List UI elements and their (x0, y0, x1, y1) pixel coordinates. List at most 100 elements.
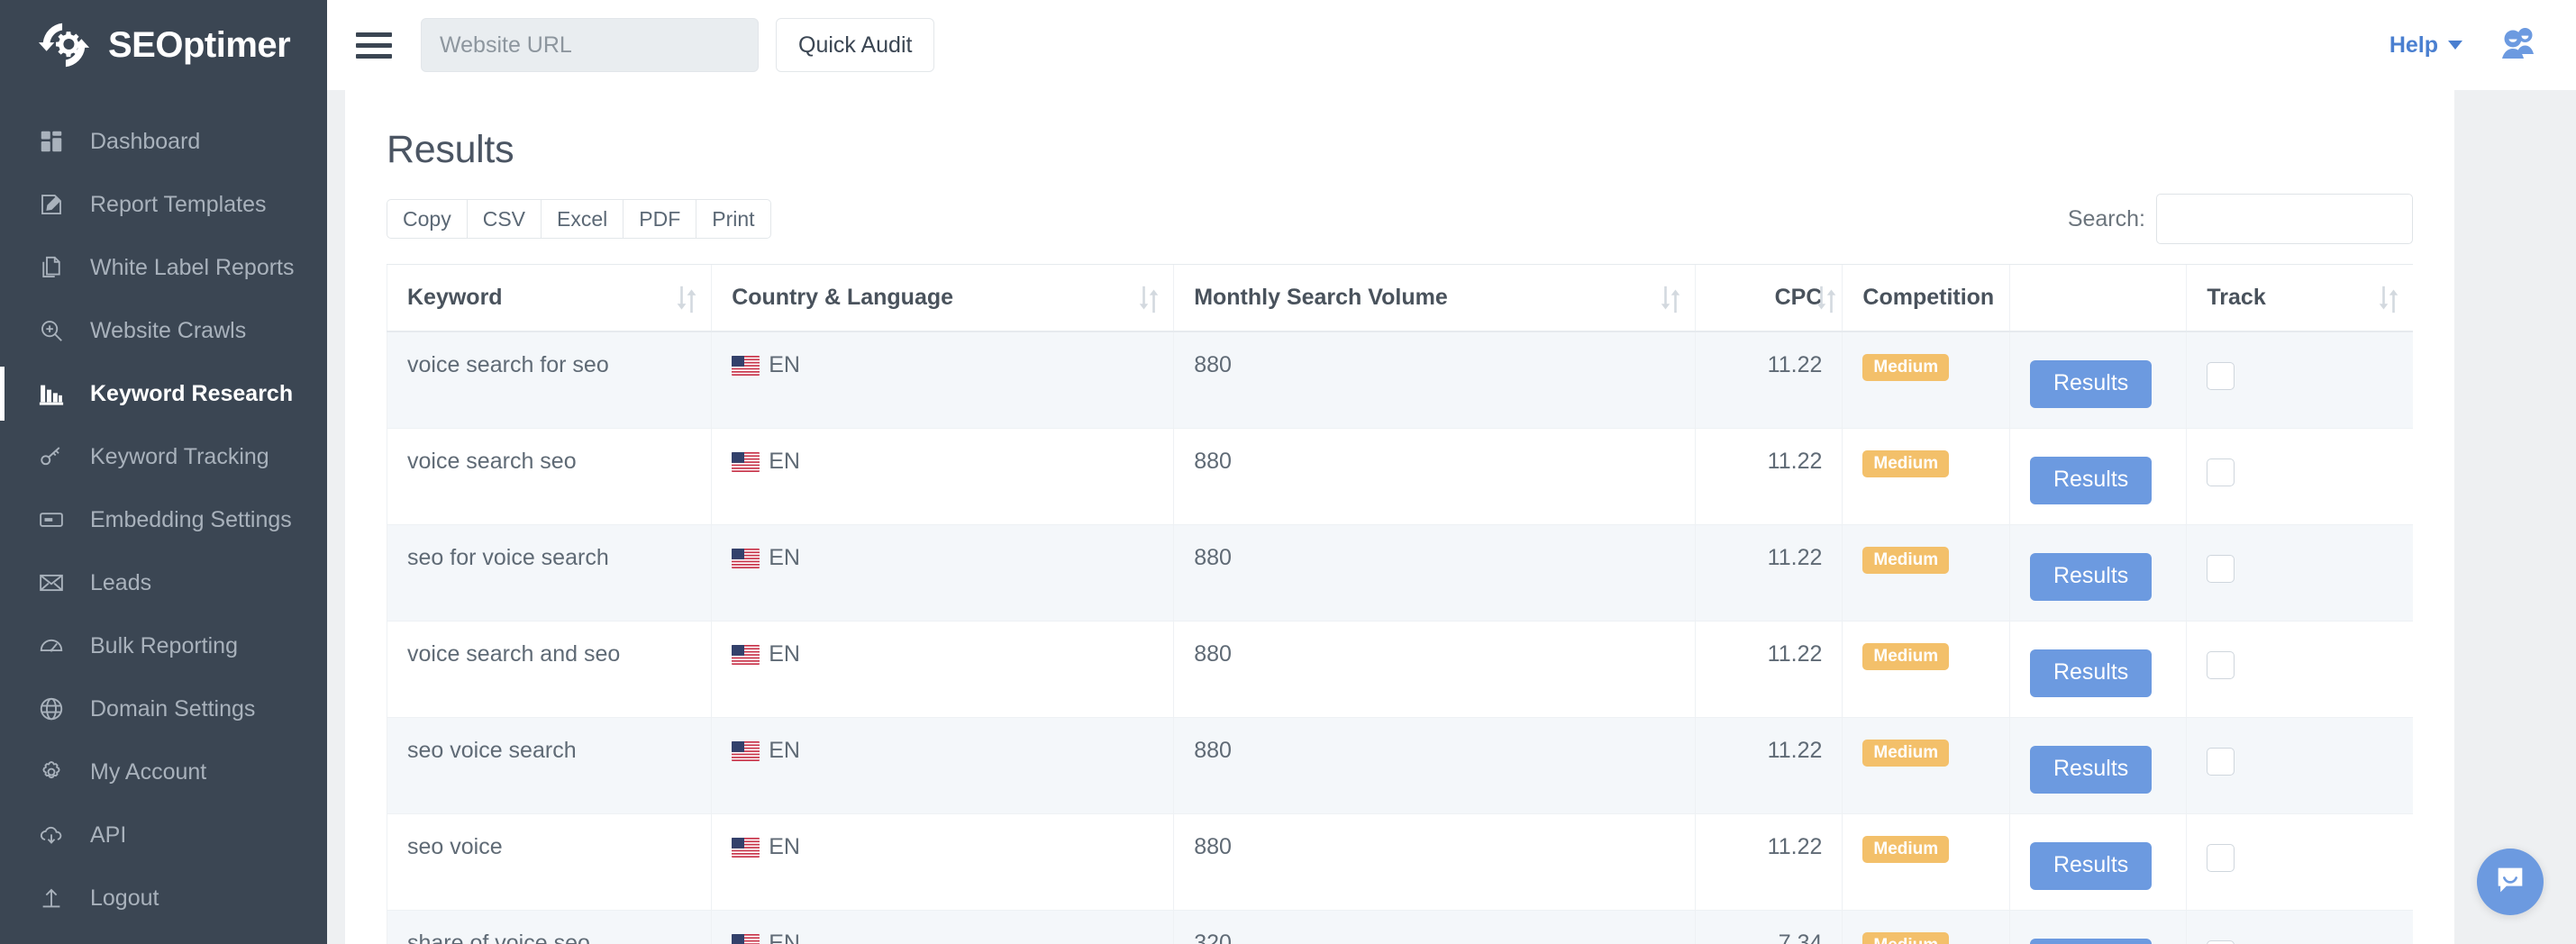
cell-country-language: EN (712, 525, 1174, 622)
bar-chart-icon (36, 378, 67, 409)
sidebar-item-report-templates[interactable]: Report Templates (0, 173, 327, 236)
chat-widget-button[interactable] (2477, 849, 2544, 915)
col-header-keyword[interactable]: Keyword (387, 265, 712, 332)
track-checkbox[interactable] (2207, 844, 2235, 872)
competition-badge: Medium (1862, 932, 1949, 944)
sidebar-item-logout[interactable]: Logout (0, 867, 327, 930)
cloud-download-icon (36, 820, 67, 850)
sidebar-item-dashboard[interactable]: Dashboard (0, 110, 327, 173)
cell-track (2187, 814, 2413, 911)
table-row: seo for voice searchEN88011.22MediumResu… (387, 525, 2414, 622)
dashboard-grid-icon (36, 126, 67, 157)
sidebar-item-keyword-tracking[interactable]: Keyword Tracking (0, 425, 327, 488)
gear-refresh-icon (36, 17, 92, 73)
sidebar-item-api[interactable]: API (0, 803, 327, 867)
cell-country-language: EN (712, 331, 1174, 429)
us-flag-icon (732, 838, 760, 858)
cell-cpc: 11.22 (1695, 525, 1843, 622)
quick-audit-button[interactable]: Quick Audit (776, 18, 934, 72)
cell-search-volume: 880 (1174, 814, 1695, 911)
sidebar-item-label: Keyword Research (90, 381, 293, 407)
topbar: Quick Audit Help (327, 0, 2576, 90)
sidebar-item-label: Bulk Reporting (90, 633, 238, 659)
col-header-country-language[interactable]: Country & Language (712, 265, 1174, 332)
sidebar-item-website-crawls[interactable]: Website Crawls (0, 299, 327, 362)
sidebar-item-label: Website Crawls (90, 318, 246, 344)
track-checkbox[interactable] (2207, 555, 2235, 583)
sidebar-item-embedding-settings[interactable]: Embedding Settings (0, 488, 327, 551)
cell-actions: Results (2009, 429, 2186, 525)
col-header-competition: Competition (1843, 265, 2010, 332)
language-code: EN (769, 352, 800, 378)
print-button[interactable]: Print (696, 199, 770, 239)
sidebar-item-label: Embedding Settings (90, 507, 292, 533)
track-checkbox[interactable] (2207, 651, 2235, 679)
embed-box-icon (36, 504, 67, 535)
cell-keyword: seo voice search (387, 718, 712, 814)
language-code: EN (769, 641, 800, 667)
track-checkbox[interactable] (2207, 458, 2235, 486)
cell-track (2187, 622, 2413, 718)
sidebar-item-leads[interactable]: Leads (0, 551, 327, 614)
row-results-button[interactable]: Results (2030, 939, 2152, 944)
cell-competition: Medium (1843, 814, 2010, 911)
competition-badge: Medium (1862, 547, 1949, 574)
col-header-track[interactable]: Track (2187, 265, 2413, 332)
language-code: EN (769, 738, 800, 764)
brand-logo-area[interactable]: SEOptimer (0, 0, 327, 90)
col-label: Track (2207, 285, 2265, 310)
sidebar-item-keyword-research[interactable]: Keyword Research (0, 362, 327, 425)
sort-icon (1139, 285, 1159, 312)
track-checkbox[interactable] (2207, 940, 2235, 944)
col-label: CPC (1775, 285, 1823, 310)
results-card: Results Copy CSV Excel PDF Print Search: (345, 90, 2454, 944)
cell-keyword: voice search for seo (387, 331, 712, 429)
sidebar-item-white-label-reports[interactable]: White Label Reports (0, 236, 327, 299)
users-icon[interactable] (2497, 23, 2540, 67)
row-results-button[interactable]: Results (2030, 842, 2152, 890)
copy-button[interactable]: Copy (387, 199, 467, 239)
cell-competition: Medium (1843, 331, 2010, 429)
cell-country-language: EN (712, 814, 1174, 911)
topbar-right: Help (2389, 23, 2540, 67)
table-row: seo voice searchEN88011.22MediumResults (387, 718, 2414, 814)
row-results-button[interactable]: Results (2030, 746, 2152, 794)
sidebar-item-domain-settings[interactable]: Domain Settings (0, 677, 327, 740)
cell-track (2187, 718, 2413, 814)
row-results-button[interactable]: Results (2030, 360, 2152, 408)
sidebar-item-label: My Account (90, 759, 206, 785)
us-flag-icon (732, 934, 760, 944)
sidebar-item-my-account[interactable]: My Account (0, 740, 327, 803)
cell-search-volume: 320 (1174, 911, 1695, 944)
competition-badge: Medium (1862, 836, 1949, 863)
cell-track (2187, 525, 2413, 622)
col-header-cpc[interactable]: CPC (1695, 265, 1843, 332)
track-checkbox[interactable] (2207, 748, 2235, 776)
csv-button[interactable]: CSV (467, 199, 541, 239)
cell-cpc: 11.22 (1695, 718, 1843, 814)
col-label: Country & Language (732, 285, 953, 310)
row-results-button[interactable]: Results (2030, 553, 2152, 601)
search-input[interactable] (2156, 194, 2413, 244)
row-results-button[interactable]: Results (2030, 457, 2152, 504)
row-results-button[interactable]: Results (2030, 649, 2152, 697)
cell-country-language: EN (712, 622, 1174, 718)
table-row: share of voice seoEN3207.34MediumResults (387, 911, 2414, 944)
us-flag-icon (732, 549, 760, 568)
cell-competition: Medium (1843, 911, 2010, 944)
help-menu[interactable]: Help (2389, 32, 2462, 59)
hamburger-icon[interactable] (356, 27, 392, 63)
table-toolbar: Copy CSV Excel PDF Print Search: (387, 194, 2413, 244)
col-header-monthly-search-volume[interactable]: Monthly Search Volume (1174, 265, 1695, 332)
excel-button[interactable]: Excel (541, 199, 623, 239)
sidebar-item-label: API (90, 822, 126, 849)
cell-cpc: 11.22 (1695, 814, 1843, 911)
website-url-input[interactable] (421, 18, 759, 72)
table-row: seo voiceEN88011.22MediumResults (387, 814, 2414, 911)
chevron-down-icon (2448, 41, 2462, 50)
sidebar-item-bulk-reporting[interactable]: Bulk Reporting (0, 614, 327, 677)
sidebar-item-label: Keyword Tracking (90, 444, 269, 470)
track-checkbox[interactable] (2207, 362, 2235, 390)
globe-icon (36, 694, 67, 724)
pdf-button[interactable]: PDF (623, 199, 696, 239)
